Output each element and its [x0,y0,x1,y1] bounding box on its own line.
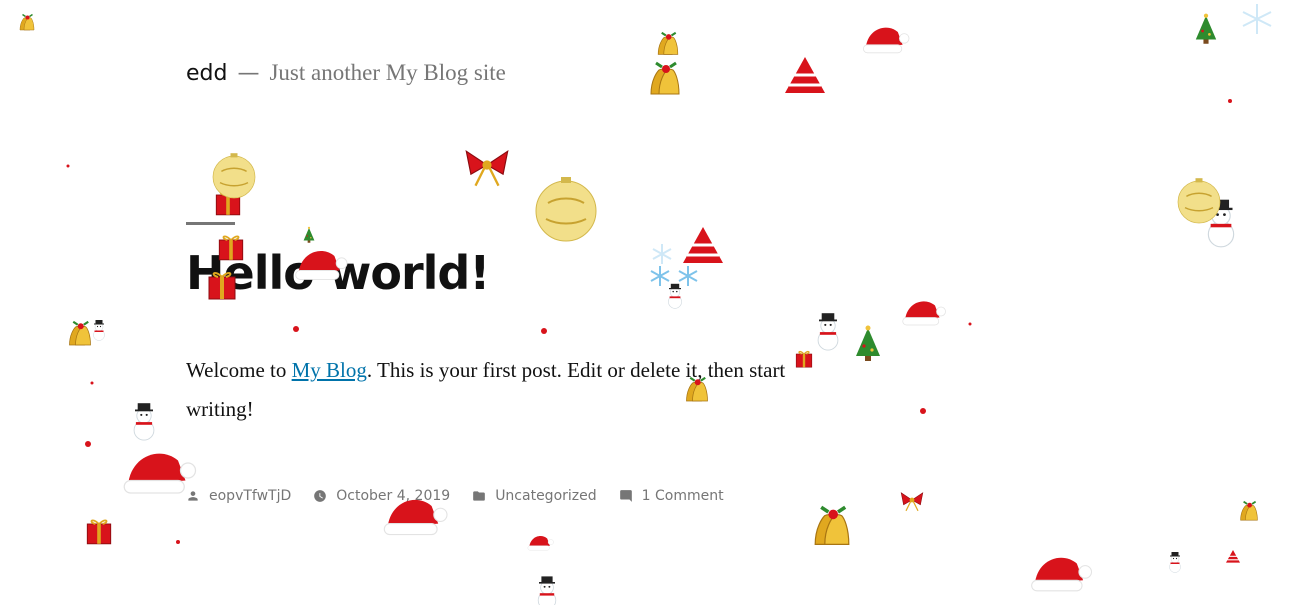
meta-comments: 1 Comment [619,488,724,504]
christmas-tree-icon [681,225,725,265]
comments-link[interactable]: 1 Comment [642,488,724,504]
gift-box-icon [215,190,241,216]
snowman-icon [668,283,682,309]
snowman-icon [1169,551,1181,573]
santa-hat-icon [383,499,448,536]
post-meta: eopvTfwTjD October 4, 2019 Uncategorized… [186,488,746,504]
santa-hat-icon [863,27,910,54]
site-title-link[interactable]: edd [186,61,227,86]
bell-icon [813,505,851,547]
ornament-icon [1177,177,1221,224]
snowman-icon [817,312,839,351]
category-link[interactable]: Uncategorized [495,488,596,504]
christmas-decorations [19,4,1272,605]
christmas-tree-icon [1195,13,1217,44]
gift-box-icon [86,519,112,545]
snowflake-icon [650,4,1272,286]
site-title-separator: — [237,61,260,86]
author-link[interactable]: eopvTfwTjD [209,488,291,504]
ornament-icon [212,152,256,199]
person-icon [188,491,198,501]
comment-icon [619,490,632,502]
snowman-icon [1207,199,1235,248]
santa-hat-icon [527,535,554,551]
post-content: Welcome to My Blog. This is your first p… [186,351,826,429]
title-divider [186,222,235,225]
clock-icon [314,490,327,502]
site-description: Just another My Blog site [269,60,506,85]
bow-icon [465,150,509,187]
date-link[interactable]: October 4, 2019 [336,488,450,504]
bow-icon [900,492,924,512]
meta-author: eopvTfwTjD [186,488,291,504]
confetti-dots [66,99,1232,544]
christmas-tree-icon [1225,549,1241,564]
bell-icon [1239,500,1259,522]
bell-icon [68,320,92,347]
christmas-tree-icon [303,226,315,243]
santa-hat-icon [902,300,946,326]
santa-hat-icon [1031,557,1093,592]
site-header: edd — Just another My Blog site [186,60,506,86]
bell-icon [19,13,35,31]
meta-date: October 4, 2019 [313,488,450,504]
meta-category: Uncategorized [472,488,597,504]
snowman-icon [93,319,105,341]
ornament-icon [535,176,597,242]
post-content-text-start: Welcome to [186,358,292,382]
snowman-icon [133,402,155,441]
snowman-icon [537,576,557,605]
post-content-link[interactable]: My Blog [292,358,367,382]
bell-icon [657,31,679,56]
santa-hat-icon [123,452,197,494]
christmas-tree-icon [783,55,827,95]
bell-icon [649,61,681,96]
post-title: Hello world! [186,246,490,300]
folder-icon [473,491,486,501]
christmas-tree-icon [856,325,880,361]
